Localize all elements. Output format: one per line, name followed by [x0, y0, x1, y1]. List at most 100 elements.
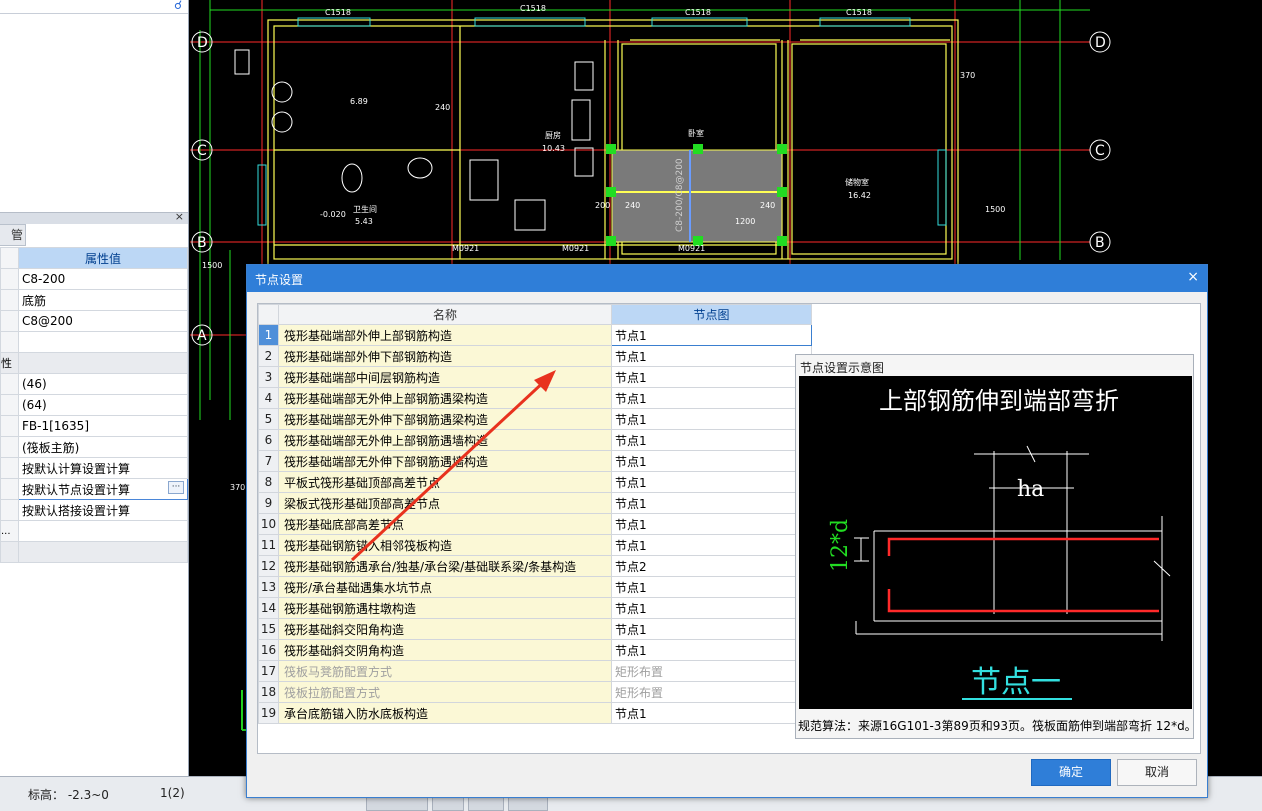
rule-note: 规范算法：来源16G101-3第89页和93页。筏板面筋伸到端部弯折 12*d。 [798, 719, 1197, 733]
door-label-3: M0921 [678, 244, 705, 253]
table-row[interactable]: 4 筏形基础端部无外伸上部钢筋遇梁构造 节点1 [258, 387, 812, 409]
row-node-value[interactable]: 节点1 [611, 366, 812, 388]
row-node-value[interactable]: 节点1 [611, 513, 812, 535]
close-icon[interactable]: × [1187, 269, 1199, 285]
row-node-value[interactable]: 节点1 [611, 324, 812, 346]
table-row[interactable]: 18 筏板拉筋配置方式 矩形布置 [258, 681, 812, 703]
row-node-value[interactable]: 节点1 [611, 597, 812, 619]
row-name: 梁板式筏形基础顶部高差节点 [278, 492, 612, 514]
property-value[interactable] [18, 520, 188, 542]
table-row[interactable]: 19 承台底筋锚入防水底板构造 节点1 [258, 702, 812, 724]
row-node-value[interactable]: 节点1 [611, 702, 812, 724]
table-row[interactable]: 5 筏形基础端部无外伸下部钢筋遇梁构造 节点1 [258, 408, 812, 430]
row-node-value[interactable]: 节点1 [611, 576, 812, 598]
room-bedroom: 卧室 [688, 128, 704, 138]
component-list[interactable] [0, 14, 188, 212]
table-row[interactable]: 17 筏板马凳筋配置方式 矩形布置 [258, 660, 812, 682]
property-value[interactable]: C8@200 [18, 310, 188, 332]
row-node-value[interactable]: 节点2 [611, 555, 812, 577]
table-row[interactable]: 6 筏形基础端部无外伸上部钢筋遇墙构造 节点1 [258, 429, 812, 451]
column-header-name: 名称 [278, 304, 612, 325]
row-number: 8 [258, 471, 279, 493]
row-node-value[interactable]: 节点1 [611, 450, 812, 472]
property-value[interactable]: FB-1[1635] [18, 415, 188, 437]
property-table: 属性值 C8-200 底筋 C8@200 性 (46) (64) FB-1[16… [0, 247, 188, 563]
room-storage-area: 16.42 [848, 191, 871, 200]
table-row[interactable]: 9 梁板式筏形基础顶部高差节点 节点1 [258, 492, 812, 514]
row-node-value[interactable]: 节点1 [611, 534, 812, 556]
dialog-titlebar[interactable]: 节点设置 × [247, 265, 1207, 292]
tab-manage[interactable]: 管理 [0, 224, 26, 246]
property-value-text: 按默认节点设置计算 [22, 482, 131, 497]
table-row[interactable]: 2 筏形基础端部外伸下部钢筋构造 节点1 [258, 345, 812, 367]
table-row[interactable]: 13 筏形/承台基础遇集水坑节点 节点1 [258, 576, 812, 598]
room-storage: 储物室 [845, 177, 869, 187]
property-value[interactable]: 按默认搭接设置计算 [18, 499, 188, 521]
row-node-value[interactable]: 节点1 [611, 618, 812, 640]
row-node-value[interactable]: 矩形布置 [611, 660, 812, 682]
strip-label: C8-200/C8@200 [675, 158, 685, 232]
table-row[interactable]: 7 筏形基础端部无外伸下部钢筋遇墙构造 节点1 [258, 450, 812, 472]
property-value[interactable]: 按默认计算设置计算 [18, 457, 188, 479]
node-settings-dialog: 节点设置 × 名称 节点图 1 筏形基础端部外伸上部钢筋构造 节点1 2 筏形基础端部外… [246, 264, 1208, 798]
row-number: 4 [258, 387, 279, 409]
dim-1500: 1500 [985, 205, 1005, 214]
table-row[interactable]: 15 筏形基础斜交阳角构造 节点1 [258, 618, 812, 640]
window-label-3: C1518 [685, 8, 711, 17]
table-row[interactable]: 12 筏形基础钢筋遇承台/独基/承台梁/基础联系梁/条基构造 节点2 [258, 555, 812, 577]
row-node-value[interactable]: 节点1 [611, 387, 812, 409]
row-name: 筏形基础端部无外伸上部钢筋遇梁构造 [278, 387, 612, 409]
row-node-value[interactable]: 节点1 [611, 345, 812, 367]
table-row[interactable]: 8 平板式筏形基础顶部高差节点 节点1 [258, 471, 812, 493]
ok-button[interactable]: 确定 [1031, 759, 1111, 786]
row-number: 5 [258, 408, 279, 430]
row-name: 筏形基础端部外伸上部钢筋构造 [278, 324, 612, 346]
diagram-dim-12d: 12*d [828, 519, 853, 572]
table-row[interactable]: 3 筏形基础端部中间层钢筋构造 节点1 [258, 366, 812, 388]
property-value[interactable]: 底筋 [18, 289, 188, 311]
room-bath: 卫生间 [353, 204, 377, 214]
search-icon[interactable]: ☌ [174, 0, 182, 12]
row-node-value[interactable]: 节点1 [611, 408, 812, 430]
cancel-button[interactable]: 取消 [1117, 759, 1197, 786]
property-value[interactable]: C8-200 [18, 268, 188, 290]
row-node-value[interactable]: 节点1 [611, 639, 812, 661]
property-value[interactable] [18, 331, 188, 353]
property-value[interactable]: (64) [18, 394, 188, 416]
node-diagram: 上部钢筋伸到端部弯折 ha 12*d 节点一 [799, 376, 1192, 709]
row-node-value[interactable]: 矩形布置 [611, 681, 812, 703]
property-value[interactable]: (46) [18, 373, 188, 395]
column-header-value: 属性值 [18, 247, 188, 269]
row-node-value[interactable]: 节点1 [611, 492, 812, 514]
table-row[interactable]: 11 筏形基础钢筋锚入相邻筏板构造 节点1 [258, 534, 812, 556]
table-row[interactable]: 16 筏形基础斜交阴角构造 节点1 [258, 639, 812, 661]
row-name: 筏形基础端部中间层钢筋构造 [278, 366, 612, 388]
row-name: 筏形/承台基础遇集水坑节点 [278, 576, 612, 598]
window-label-2: C1518 [520, 4, 546, 13]
door-label-2: M0921 [562, 244, 589, 253]
row-number: 2 [258, 345, 279, 367]
table-row[interactable]: 10 筏形基础底部高差节点 节点1 [258, 513, 812, 535]
row-name: 筏形基础端部无外伸上部钢筋遇墙构造 [278, 429, 612, 451]
axis-label-b-left: B [197, 235, 207, 251]
diagram-panel: 节点设置示意图 上部钢筋伸到端部弯折 ha 12*d 节点一 规范算法：来源16… [795, 354, 1197, 739]
dim-240c: 240 [760, 201, 775, 210]
dim-200: 200 [595, 201, 610, 210]
status-elevation: 标高： -2.3~0 [28, 788, 109, 802]
row-node-value[interactable]: 节点1 [611, 429, 812, 451]
dim-1200: 1200 [735, 217, 755, 226]
group-label: 性 [0, 352, 19, 374]
diagram-heading: 上部钢筋伸到端部弯折 [879, 387, 1119, 415]
property-panel-titlebar: × [0, 210, 188, 224]
row-number: 3 [258, 366, 279, 388]
property-value[interactable]: (筏板主筋) [18, 436, 188, 458]
row-name: 筏形基础端部外伸下部钢筋构造 [278, 345, 612, 367]
room-bath-area: 5.43 [355, 217, 373, 226]
table-row[interactable]: 14 筏形基础钢筋遇柱墩构造 节点1 [258, 597, 812, 619]
table-row[interactable]: 1 筏形基础端部外伸上部钢筋构造 节点1 [258, 324, 812, 346]
more-button[interactable]: ··· [168, 481, 184, 494]
row-node-value[interactable]: 节点1 [611, 471, 812, 493]
property-value-node-setting[interactable]: 按默认节点设置计算 ··· [18, 478, 188, 500]
search-box[interactable]: ☌ [0, 0, 188, 14]
close-icon[interactable]: × [175, 210, 184, 223]
